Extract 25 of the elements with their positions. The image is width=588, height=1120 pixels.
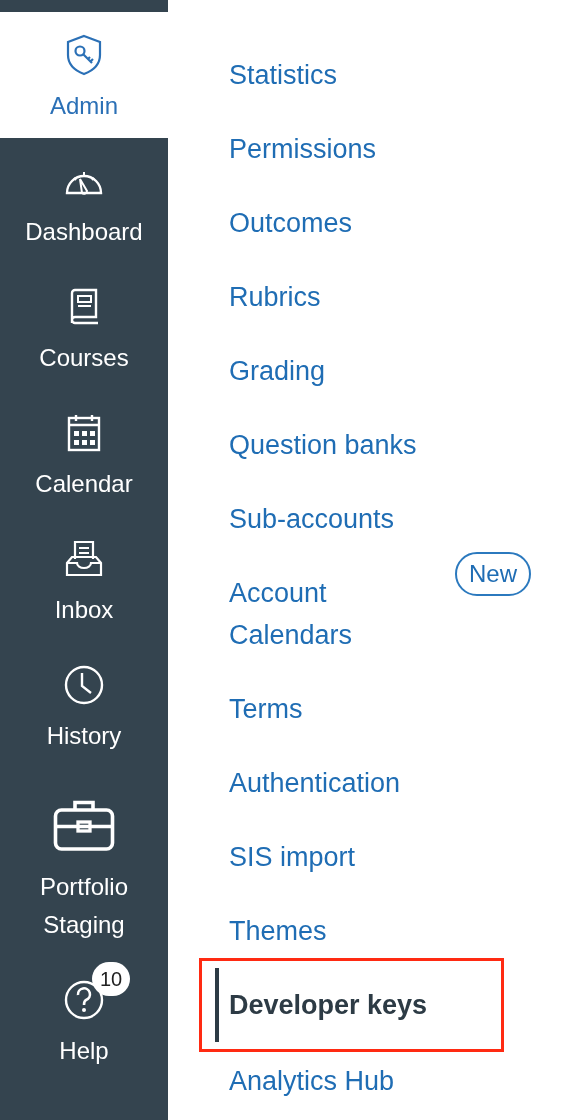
global-nav-item[interactable]: Calendar [0,390,168,516]
global-nav-item[interactable]: Dashboard [0,138,168,264]
nav-link[interactable]: Outcomes [229,202,353,244]
nav-link[interactable]: Sub-accounts [229,498,395,540]
nav-link[interactable]: Rubrics [229,276,321,318]
notification-badge: 10 [92,962,131,996]
global-nav-item[interactable]: Admin [0,12,168,138]
nav-link[interactable]: Developer keys [229,984,428,1026]
nav-link[interactable]: Authentication [229,762,401,804]
nav-link[interactable]: Statistics [229,54,338,96]
nav-link[interactable]: SIS import [229,836,356,878]
nav-link[interactable]: Grading [229,350,326,392]
nav-link[interactable]: Themes [229,910,327,952]
new-badge: New [455,552,531,596]
nav-link[interactable]: Permissions [229,128,377,170]
global-nav-item[interactable]: Inbox [0,516,168,642]
global-nav-item[interactable]: History [0,642,168,768]
global-nav-item[interactable]: 10 Help [0,957,168,1083]
nav-link[interactable]: Analytics Hub [229,1060,395,1102]
clock-icon [62,663,106,707]
nav-link[interactable]: Account Calendars [229,572,439,656]
global-nav-item[interactable]: Portfolio Staging [0,768,168,957]
nav-link[interactable]: Terms [229,688,303,730]
nav-link[interactable]: Question banks [229,424,417,466]
global-nav-item[interactable]: Courses [0,264,168,390]
